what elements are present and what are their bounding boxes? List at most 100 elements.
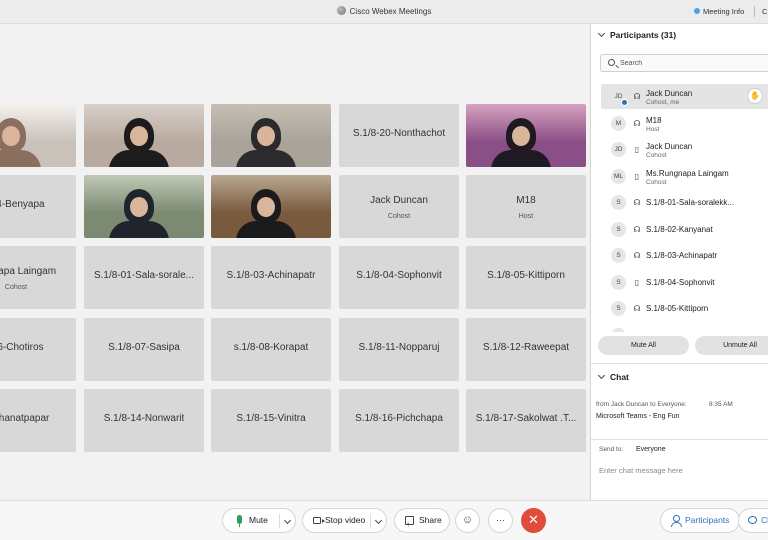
mute-all-button[interactable]: Mute All — [598, 336, 689, 355]
participant-tile[interactable]: S.1/8-15-Vinitra — [211, 389, 331, 452]
participant-tile[interactable]: S.1/8-17-Sakolwat .T... — [466, 389, 586, 452]
mute-label: Mute — [249, 515, 268, 525]
video-tile[interactable] — [84, 175, 204, 238]
camera-icon — [313, 517, 325, 524]
participant-row[interactable]: ML ▯ Ms.Rungnapa Laingam Cohost — [601, 164, 768, 189]
end-meeting-button[interactable]: ✕ — [521, 508, 546, 533]
participant-name: Ms.Rungnapa Laingam — [646, 168, 729, 178]
participant-tile[interactable]: S.1/8-12-Raweepat — [466, 318, 586, 381]
participant-row[interactable]: S ☊ S.1/8-01-Sala-soralekk... — [601, 190, 768, 215]
participant-row[interactable]: S ☊ S.1/8-02-Kanyanat — [601, 217, 768, 242]
chat-message-sender: from Jack Duncan to Everyone: — [596, 401, 687, 408]
chat-button[interactable]: Ch — [738, 508, 768, 533]
reactions-button[interactable]: ☺ — [455, 508, 480, 533]
tile-name: 3-Chanatpapar — [0, 413, 50, 424]
participant-row[interactable]: JD ☊ Jack Duncan Cohost, me ✋ — [601, 84, 768, 109]
video-tile[interactable] — [84, 104, 204, 167]
unmute-all-button[interactable]: Unmute All — [695, 336, 768, 355]
video-tile[interactable] — [0, 104, 76, 167]
participant-tile[interactable]: S.1/8-07-Sasipa — [84, 318, 204, 381]
send-to-select[interactable]: Everyone — [636, 446, 666, 453]
chat-message-text: Microsoft Teams - Eng Fun — [596, 413, 680, 420]
participant-tile[interactable]: S.1/8-11-Nopparuj — [339, 318, 459, 381]
participant-tile[interactable]: S.1/8-16-Pichchapa — [339, 389, 459, 452]
participants-button[interactable]: Participants — [660, 508, 740, 533]
chevron-down-icon[interactable] — [283, 516, 292, 525]
participant-row[interactable]: S ☊ S.1/8-05-Kittiporn — [601, 296, 768, 321]
tile-name: ungnapa Laingam — [0, 266, 57, 277]
chat-header[interactable]: Chat — [597, 371, 629, 382]
video-face — [130, 126, 148, 146]
mute-button[interactable]: Mute — [222, 508, 296, 533]
video-face — [130, 197, 148, 217]
window-title-text: Cisco Webex Meetings — [349, 7, 432, 16]
participant-search[interactable] — [600, 54, 768, 72]
participant-row[interactable]: S ☊ S.1/8-03-Achinapatr — [601, 243, 768, 268]
chevron-down-icon[interactable] — [374, 516, 383, 525]
participant-tile[interactable]: M18 Host — [466, 175, 586, 238]
video-tile[interactable] — [466, 104, 586, 167]
participant-name: S.1/8-02-Kanyanat — [646, 224, 713, 234]
participant-tile[interactable]: 3-Chanatpapar — [0, 389, 76, 452]
participant-name: S.1/8-06-Chotiros — [646, 331, 709, 333]
headset-icon: ☊ — [633, 251, 641, 260]
title-separator — [754, 6, 755, 17]
tile-role: Cohost — [387, 213, 411, 220]
participant-tile[interactable]: Jack Duncan Cohost — [339, 175, 459, 238]
chat-title: Chat — [610, 372, 629, 382]
raise-hand-icon[interactable]: ✋ — [747, 88, 763, 104]
tile-name: S.1/8-03-Achinapatr — [226, 270, 316, 281]
more-options-button[interactable]: ··· — [488, 508, 513, 533]
participant-row[interactable]: JD ▯ Jack Duncan Cohost — [601, 137, 768, 162]
window-title: Cisco Webex Meetings — [0, 6, 768, 16]
stop-video-label: Stop video — [325, 515, 366, 525]
participant-row[interactable]: S ▯ S.1/8-04-Sophonvit — [601, 270, 768, 295]
tile-name: S.1/8-01-Sala-sorale... — [93, 270, 195, 281]
side-panel: Participants (31) JD☊Jack DuncanCohost, … — [590, 24, 768, 500]
share-label: Share — [419, 515, 442, 525]
participant-name: S.1/8-01-Sala-soralekk... — [646, 198, 735, 207]
chat-bubble-icon — [748, 516, 757, 524]
tile-name: S.1/8-15-Vinitra — [236, 413, 306, 424]
tile-name: Jack Duncan — [370, 195, 428, 206]
tile-role: Cohost — [4, 284, 28, 291]
microphone-icon — [237, 515, 242, 527]
chat-input[interactable] — [599, 462, 764, 478]
participant-tile[interactable]: -24-Benyapa — [0, 175, 76, 238]
avatar: S — [611, 195, 626, 210]
participant-tile[interactable]: S.1/8-04-Sophonvit — [339, 246, 459, 309]
participant-tile[interactable]: -06-Chotiros — [0, 318, 76, 381]
participants-header[interactable]: Participants (31) — [597, 29, 676, 40]
video-tile[interactable] — [211, 175, 331, 238]
info-icon — [694, 8, 700, 14]
tile-name: S.1/8-20-Nonthachot — [352, 128, 446, 139]
search-input[interactable] — [620, 57, 760, 70]
participant-tile[interactable]: s.1/8-08-Korapat — [211, 318, 331, 381]
participant-tile[interactable]: S.1/8-14-Nonwarit — [84, 389, 204, 452]
smiley-icon: ☺ — [461, 514, 474, 526]
headset-icon: ☊ — [633, 118, 641, 128]
headset-icon: ☊ — [633, 92, 641, 101]
participant-tile[interactable]: ungnapa Laingam Cohost — [0, 246, 76, 309]
participant-tile[interactable]: S.1/8-03-Achinapatr — [211, 246, 331, 309]
send-to-label: Send to: — [599, 446, 624, 453]
meeting-info-button[interactable]: Meeting Info — [694, 7, 744, 16]
participant-row[interactable]: M ☊ M18 Host — [601, 111, 768, 136]
phone-icon: ▯ — [634, 145, 640, 154]
tile-name: S.1/8-04-Sophonvit — [356, 270, 442, 281]
video-tile[interactable] — [211, 104, 331, 167]
share-button[interactable]: Share — [394, 508, 450, 536]
video-body — [109, 221, 169, 238]
title-extra-button[interactable]: C — [762, 7, 767, 16]
stop-video-button[interactable]: Stop video — [302, 508, 387, 533]
participant-row[interactable]: S ☊ S.1/8-06-Chotiros — [601, 323, 768, 333]
webex-logo-icon — [336, 6, 346, 15]
participant-list[interactable]: JD ☊ Jack Duncan Cohost, me ✋ M ☊ M18 Host JD ▯ Jac… — [591, 84, 768, 332]
participant-tile[interactable]: S.1/8-01-Sala-sorale... — [84, 246, 204, 309]
participant-role: Host — [646, 125, 660, 133]
chat-divider — [591, 439, 768, 440]
participant-tile[interactable]: S.1/8-20-Nonthachot — [339, 104, 459, 167]
panel-divider — [591, 363, 768, 364]
meeting-info-label: Meeting Info — [703, 7, 745, 16]
participant-tile[interactable]: S.1/8-05-Kittiporn — [466, 246, 586, 309]
